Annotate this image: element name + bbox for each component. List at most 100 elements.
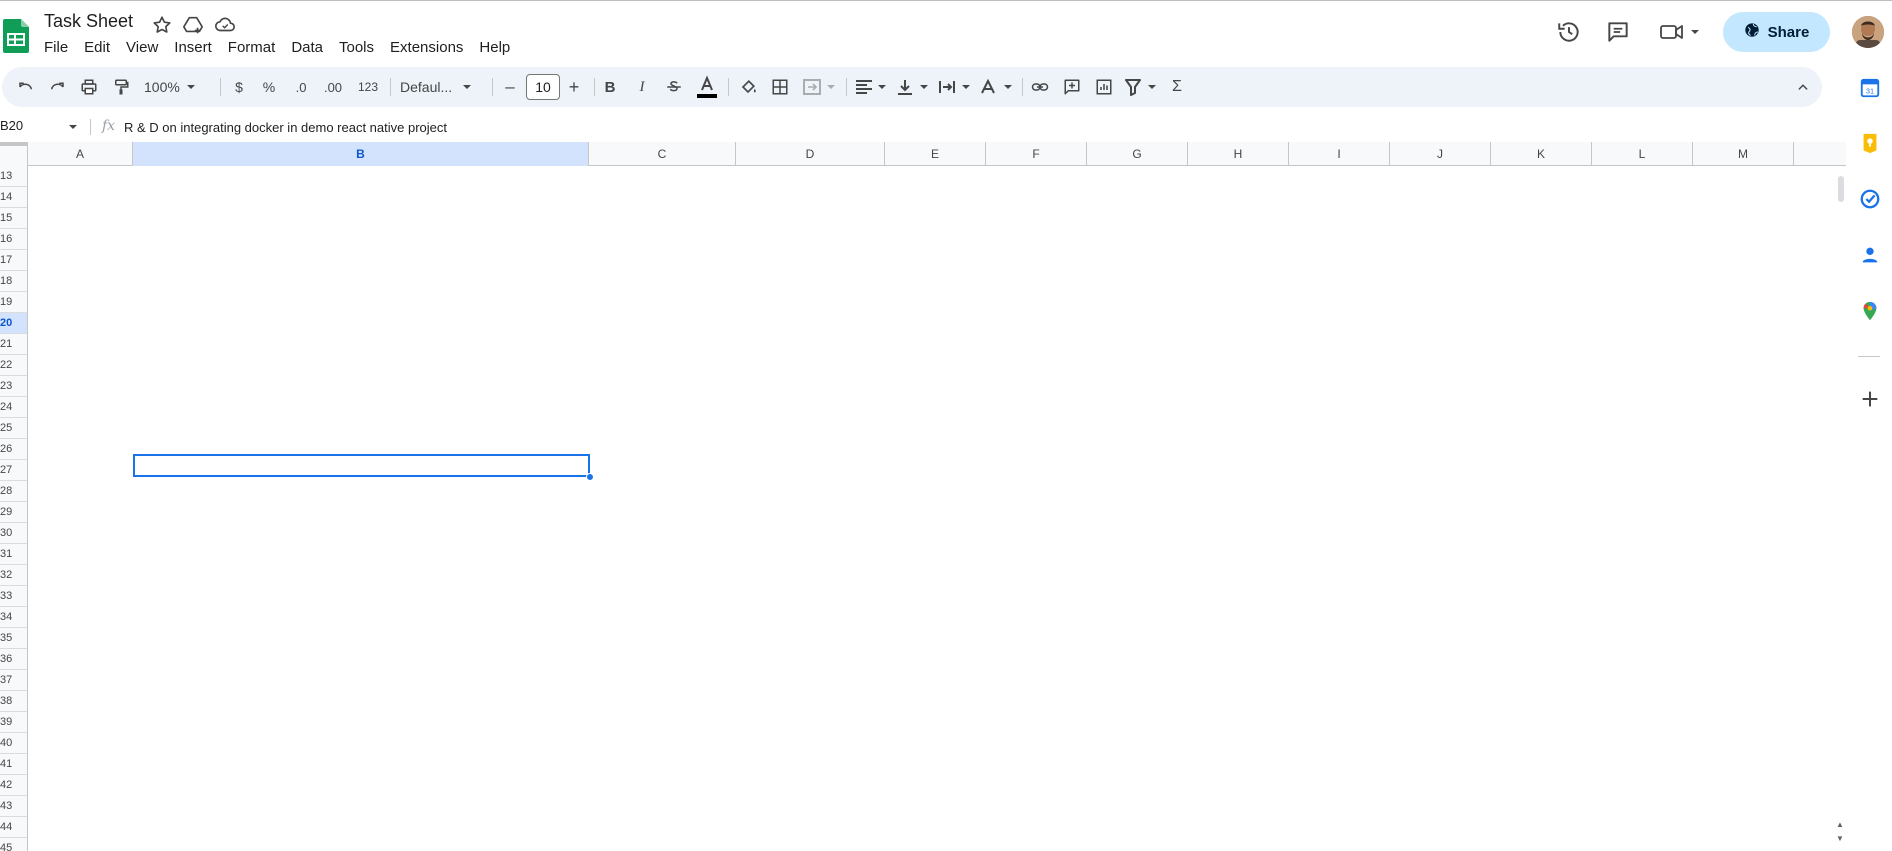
row-header[interactable]: 28 bbox=[0, 481, 27, 502]
decrease-font-size-button[interactable]: – bbox=[500, 75, 520, 99]
row-header[interactable]: 29 bbox=[0, 502, 27, 523]
row-header[interactable]: 33 bbox=[0, 586, 27, 607]
column-header-b[interactable]: B bbox=[133, 142, 589, 166]
text-wrapping-icon[interactable] bbox=[938, 75, 972, 99]
row-header[interactable]: 22 bbox=[0, 355, 27, 376]
insert-link-icon[interactable] bbox=[1028, 75, 1052, 99]
insert-chart-icon[interactable] bbox=[1092, 75, 1116, 99]
menu-extensions[interactable]: Extensions bbox=[382, 37, 471, 59]
row-header[interactable]: 24 bbox=[0, 397, 27, 418]
frozen-row-handle[interactable] bbox=[0, 142, 28, 146]
row-header[interactable]: 27 bbox=[0, 460, 27, 481]
row-header[interactable]: 42 bbox=[0, 775, 27, 796]
cell-area[interactable] bbox=[28, 166, 1846, 851]
filter-icon[interactable] bbox=[1124, 75, 1158, 99]
move-to-drive-icon[interactable] bbox=[182, 14, 204, 36]
scroll-down-arrow-icon[interactable]: ▼ bbox=[1836, 834, 1844, 843]
bold-button[interactable]: B bbox=[600, 75, 620, 99]
contacts-icon[interactable] bbox=[1859, 244, 1881, 266]
borders-icon[interactable] bbox=[768, 75, 792, 99]
insert-comment-icon[interactable] bbox=[1060, 75, 1084, 99]
row-header[interactable]: 39 bbox=[0, 712, 27, 733]
vertical-align-icon[interactable] bbox=[896, 75, 930, 99]
row-header[interactable]: 17 bbox=[0, 250, 27, 271]
menu-edit[interactable]: Edit bbox=[76, 37, 118, 59]
horizontal-align-icon[interactable] bbox=[854, 75, 888, 99]
menu-view[interactable]: View bbox=[118, 37, 166, 59]
more-formats-button[interactable]: 123 bbox=[354, 75, 382, 99]
row-header[interactable]: 19 bbox=[0, 292, 27, 313]
share-button[interactable]: Share bbox=[1723, 12, 1830, 52]
formula-input[interactable]: R & D on integrating docker in demo reac… bbox=[124, 120, 447, 135]
add-addon-icon[interactable] bbox=[1859, 388, 1881, 410]
row-header[interactable]: 32 bbox=[0, 565, 27, 586]
tasks-icon[interactable] bbox=[1859, 188, 1881, 210]
fill-handle[interactable] bbox=[586, 473, 594, 481]
font-family-select[interactable]: Defaul... bbox=[400, 75, 484, 99]
zoom-select[interactable]: 100% bbox=[144, 75, 208, 99]
name-box[interactable]: B20 bbox=[0, 118, 23, 133]
calendar-icon[interactable]: 31 bbox=[1859, 77, 1881, 99]
row-header[interactable]: 34 bbox=[0, 607, 27, 628]
row-header[interactable]: 45 bbox=[0, 838, 27, 851]
currency-format-button[interactable]: $ bbox=[228, 75, 250, 99]
row-header[interactable]: 18 bbox=[0, 271, 27, 292]
scrollbar-thumb[interactable] bbox=[1838, 176, 1844, 202]
selected-cell-b20[interactable] bbox=[133, 454, 590, 477]
maps-icon[interactable] bbox=[1859, 300, 1881, 322]
column-header-h[interactable]: H bbox=[1188, 142, 1289, 166]
star-icon[interactable] bbox=[151, 14, 173, 36]
column-header-f[interactable]: F bbox=[986, 142, 1087, 166]
increase-font-size-button[interactable]: + bbox=[564, 75, 584, 99]
keep-icon[interactable] bbox=[1859, 132, 1881, 154]
column-header-g[interactable]: G bbox=[1087, 142, 1188, 166]
row-header[interactable]: 38 bbox=[0, 691, 27, 712]
redo-icon[interactable] bbox=[45, 75, 69, 99]
italic-button[interactable]: I bbox=[632, 75, 652, 99]
print-icon[interactable] bbox=[77, 75, 101, 99]
row-header[interactable]: 16 bbox=[0, 229, 27, 250]
row-header[interactable]: 25 bbox=[0, 418, 27, 439]
video-call-icon[interactable] bbox=[1659, 19, 1703, 45]
row-header[interactable]: 37 bbox=[0, 670, 27, 691]
row-header[interactable]: 36 bbox=[0, 649, 27, 670]
chevron-down-icon[interactable] bbox=[68, 122, 78, 132]
merge-cells-icon[interactable] bbox=[802, 75, 838, 99]
scroll-up-arrow-icon[interactable]: ▲ bbox=[1836, 820, 1844, 829]
column-header-k[interactable]: K bbox=[1491, 142, 1592, 166]
text-color-icon[interactable] bbox=[694, 75, 720, 99]
menu-data[interactable]: Data bbox=[283, 37, 331, 59]
row-header[interactable]: 14 bbox=[0, 187, 27, 208]
text-rotation-icon[interactable] bbox=[980, 75, 1014, 99]
sheets-logo-icon[interactable] bbox=[3, 19, 29, 53]
vertical-scrollbar[interactable]: ▲ ▼ bbox=[1834, 166, 1846, 851]
history-icon[interactable] bbox=[1556, 19, 1582, 45]
menu-help[interactable]: Help bbox=[471, 37, 518, 59]
menu-insert[interactable]: Insert bbox=[166, 37, 220, 59]
avatar[interactable] bbox=[1852, 16, 1884, 48]
strikethrough-icon[interactable] bbox=[663, 75, 685, 99]
row-header[interactable]: 23 bbox=[0, 376, 27, 397]
document-title[interactable]: Task Sheet bbox=[44, 11, 133, 32]
cloud-status-icon[interactable] bbox=[214, 14, 236, 36]
decrease-decimal-button[interactable]: .0 bbox=[289, 75, 313, 99]
increase-decimal-button[interactable]: .00 bbox=[320, 75, 346, 99]
row-header[interactable]: 44 bbox=[0, 817, 27, 838]
row-header[interactable]: 30 bbox=[0, 523, 27, 544]
row-header[interactable]: 15 bbox=[0, 208, 27, 229]
paint-format-icon[interactable] bbox=[109, 75, 133, 99]
column-header-d[interactable]: D bbox=[736, 142, 885, 166]
menu-tools[interactable]: Tools bbox=[331, 37, 382, 59]
select-all-corner[interactable] bbox=[0, 142, 28, 166]
column-header-l[interactable]: L bbox=[1592, 142, 1693, 166]
undo-icon[interactable] bbox=[14, 75, 38, 99]
row-header[interactable]: 21 bbox=[0, 334, 27, 355]
menu-file[interactable]: File bbox=[36, 37, 76, 59]
row-header[interactable]: 13 bbox=[0, 166, 27, 187]
row-header[interactable]: 43 bbox=[0, 796, 27, 817]
menu-format[interactable]: Format bbox=[220, 37, 284, 59]
functions-button[interactable]: Σ bbox=[1166, 75, 1188, 99]
column-header-e[interactable]: E bbox=[885, 142, 986, 166]
column-header-i[interactable]: I bbox=[1289, 142, 1390, 166]
column-header-m[interactable]: M bbox=[1693, 142, 1794, 166]
